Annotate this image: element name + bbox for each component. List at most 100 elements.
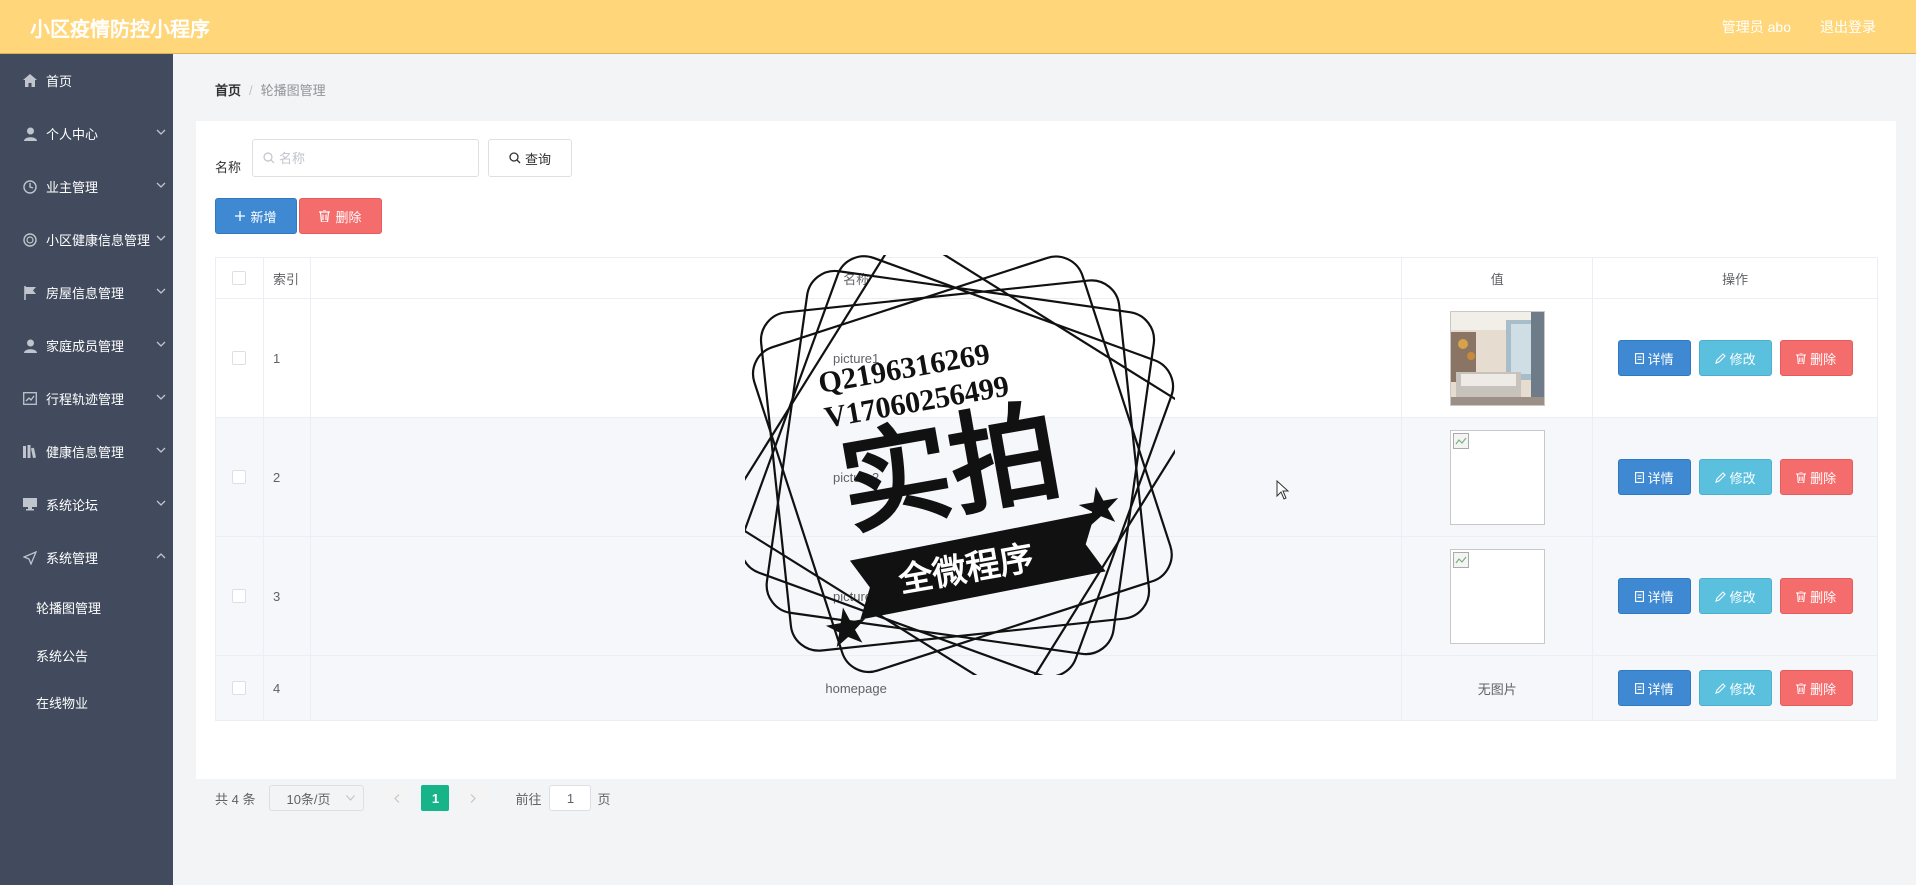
sidebar-item-owner-mgmt[interactable]: 业主管理: [0, 160, 173, 213]
chevron-down-icon: [156, 341, 166, 347]
table-header: 索引 名称 值 操作: [216, 258, 1877, 299]
detail-label: 详情: [1647, 589, 1674, 605]
edit-label: 修改: [1729, 470, 1756, 486]
sidebar-item-label: 系统管理: [46, 551, 99, 566]
row-checkbox[interactable]: [232, 470, 247, 484]
page-suffix: 页: [597, 791, 611, 807]
trash-icon: [1796, 590, 1807, 602]
submenu-item-carousel[interactable]: 轮播图管理: [0, 584, 173, 632]
monitor-icon: [22, 497, 38, 513]
search-icon: [509, 152, 521, 164]
row-checkbox[interactable]: [232, 681, 247, 695]
detail-button[interactable]: 详情: [1617, 340, 1691, 376]
goto-page-input[interactable]: [549, 785, 592, 811]
cell-name: picture2: [311, 418, 1403, 536]
home-icon: [22, 73, 38, 89]
row-checkbox[interactable]: [232, 589, 247, 603]
select-all-checkbox[interactable]: [232, 271, 247, 285]
pencil-icon: [1714, 471, 1726, 483]
carousel-thumbnail[interactable]: [1449, 310, 1545, 406]
detail-button[interactable]: 详情: [1617, 670, 1691, 706]
add-button[interactable]: 新增: [215, 198, 297, 234]
delete-button[interactable]: 删除: [1779, 459, 1853, 495]
broken-image-thumbnail[interactable]: [1449, 429, 1545, 525]
batch-delete-button[interactable]: 删除: [299, 198, 382, 234]
flag-icon: [22, 285, 38, 301]
delete-button[interactable]: 删除: [1779, 578, 1853, 614]
delete-button[interactable]: 删除: [1779, 670, 1853, 706]
carousel-table: 索引 名称 值 操作 1 picture1 详情 修改 删除 2 picture…: [215, 257, 1878, 721]
sidebar-item-system-mgmt[interactable]: 系统管理: [0, 531, 173, 584]
search-input[interactable]: [279, 150, 459, 166]
detail-button[interactable]: 详情: [1617, 578, 1691, 614]
prev-page-button[interactable]: [383, 785, 412, 811]
sidebar-item-personal-center[interactable]: 个人中心: [0, 107, 173, 160]
sidebar-item-label: 房屋信息管理: [46, 286, 125, 301]
bars-icon: [22, 444, 38, 460]
edit-label: 修改: [1729, 589, 1756, 605]
sidebar-item-health-info[interactable]: 健康信息管理: [0, 425, 173, 478]
breadcrumb-home[interactable]: 首页: [215, 83, 241, 98]
chevron-down-icon: [346, 795, 356, 801]
page-size-select[interactable]: 10条/页: [269, 785, 365, 811]
chevron-down-icon: [156, 500, 166, 506]
delete-button[interactable]: 删除: [1779, 340, 1853, 376]
detail-button[interactable]: 详情: [1617, 459, 1691, 495]
broken-image-thumbnail[interactable]: [1449, 548, 1545, 644]
table-row: 4 homepage 无图片 详情 修改 删除: [216, 656, 1877, 720]
cell-index: 1: [264, 299, 311, 417]
goto-label: 前往: [515, 791, 542, 807]
clock-icon: [22, 179, 38, 195]
sidebar-item-label: 行程轨迹管理: [46, 392, 125, 407]
pager-total: 共 4 条: [215, 791, 256, 807]
cell-index: 2: [264, 418, 311, 536]
sidebar-item-health-info-community[interactable]: 小区健康信息管理: [0, 213, 173, 266]
edit-button[interactable]: 修改: [1698, 670, 1772, 706]
trash-icon: [1796, 352, 1807, 364]
sidebar-item-forum[interactable]: 系统论坛: [0, 478, 173, 531]
delete-label: 删除: [1810, 351, 1837, 367]
sidebar-item-label: 首页: [46, 74, 73, 89]
submenu-item-online-property[interactable]: 在线物业: [0, 679, 173, 727]
search-icon: [263, 152, 275, 164]
current-user: 管理员 abo: [1721, 19, 1791, 35]
logout-link[interactable]: 退出登录: [1820, 17, 1876, 37]
query-button[interactable]: 查询: [488, 139, 572, 177]
chevron-left-icon: [394, 793, 400, 803]
broken-image-icon: [1452, 551, 1469, 568]
add-label: 新增: [250, 209, 277, 225]
edit-button[interactable]: 修改: [1698, 578, 1772, 614]
submenu-item-announcement[interactable]: 系统公告: [0, 632, 173, 680]
chevron-down-icon: [156, 447, 166, 453]
column-header-value: 值: [1402, 258, 1594, 298]
delete-label: 删除: [1810, 470, 1837, 486]
search-input-wrapper[interactable]: [252, 139, 479, 177]
document-icon: [1634, 590, 1644, 602]
edit-button[interactable]: 修改: [1698, 340, 1772, 376]
send-icon: [22, 550, 38, 566]
sidebar-item-home[interactable]: 首页: [0, 54, 173, 107]
sidebar-item-trip-track[interactable]: 行程轨迹管理: [0, 372, 173, 425]
page-size-value: 10条/页: [286, 791, 331, 807]
next-page-button[interactable]: [459, 785, 488, 811]
page-number-current[interactable]: 1: [421, 785, 450, 811]
trash-icon: [1796, 471, 1807, 483]
sidebar-item-label: 健康信息管理: [46, 445, 125, 460]
user-icon: [22, 338, 38, 354]
sidebar-item-family-members[interactable]: 家庭成员管理: [0, 319, 173, 372]
sidebar-item-house-info[interactable]: 房屋信息管理: [0, 266, 173, 319]
cell-index: 4: [264, 656, 311, 720]
mouse-cursor: [1276, 480, 1290, 500]
chevron-down-icon: [156, 394, 166, 400]
detail-label: 详情: [1647, 470, 1674, 486]
chevron-down-icon: [156, 288, 166, 294]
top-bar: 小区疫情防控小程序 管理员 abo 退出登录: [0, 0, 1916, 54]
table-row: 1 picture1 详情 修改 删除: [216, 299, 1877, 418]
chevron-right-icon: [471, 793, 477, 803]
broken-image-icon: [1452, 432, 1469, 449]
delete-label: 删除: [1810, 589, 1837, 605]
edit-button[interactable]: 修改: [1698, 459, 1772, 495]
row-checkbox[interactable]: [232, 351, 247, 365]
column-header-name: 名称: [311, 258, 1403, 298]
plus-icon: [235, 211, 246, 221]
